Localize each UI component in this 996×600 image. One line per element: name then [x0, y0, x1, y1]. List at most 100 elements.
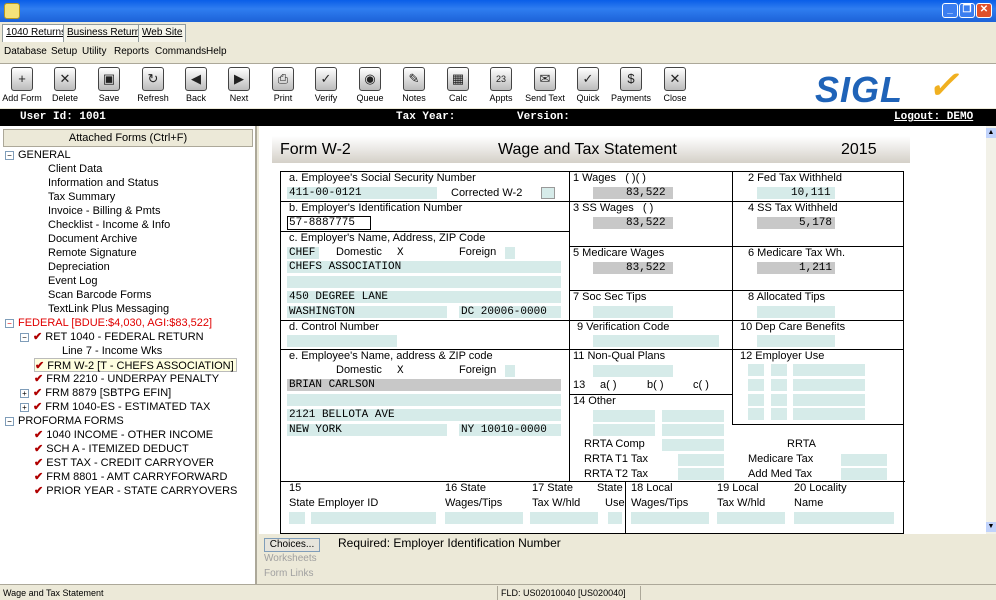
- rrta-medicare-field[interactable]: [841, 454, 887, 466]
- collapse-icon[interactable]: −: [20, 332, 29, 342]
- tree-item[interactable]: TextLink Plus Messaging: [48, 302, 169, 316]
- ss-tax-field[interactable]: 5,178: [799, 217, 832, 229]
- verify-button[interactable]: ✓ Verify: [304, 67, 348, 103]
- other-desc-field-1[interactable]: [593, 410, 655, 422]
- wages-field[interactable]: 83,522: [626, 187, 666, 199]
- tree-item[interactable]: Document Archive: [48, 232, 137, 246]
- state-code-field[interactable]: [289, 512, 305, 524]
- rrta-t2-field[interactable]: [678, 468, 724, 480]
- tree-item[interactable]: Event Log: [48, 274, 98, 288]
- minimize-button[interactable]: _: [942, 3, 958, 18]
- vertical-scrollbar[interactable]: ▲ ▼: [986, 126, 996, 534]
- tree-proforma[interactable]: − PROFORMA FORMS: [5, 414, 124, 428]
- add-form-button[interactable]: + Add Form: [0, 67, 44, 103]
- local-tax-field[interactable]: [717, 512, 785, 524]
- print-button[interactable]: ⎙ Print: [261, 67, 305, 103]
- menu-help[interactable]: Help: [206, 46, 227, 57]
- menu-utility[interactable]: Utility: [82, 46, 106, 57]
- box13-sick-pay[interactable]: c( ): [693, 379, 709, 391]
- employer-use-field-3[interactable]: [793, 394, 865, 406]
- tree-proforma-item[interactable]: ✔ SCH A - ITEMIZED DEDUCT: [34, 442, 189, 456]
- menu-commands[interactable]: Commands: [155, 46, 206, 57]
- ssn-field[interactable]: 411-00-0121: [289, 187, 362, 199]
- allocated-tips-field[interactable]: [757, 306, 835, 318]
- expand-icon[interactable]: +: [20, 402, 29, 412]
- tree-item[interactable]: Depreciation: [48, 260, 110, 274]
- rrta-comp-field[interactable]: [662, 439, 724, 451]
- other-desc-field-2[interactable]: [593, 424, 655, 436]
- employer-statezip-field[interactable]: DC 20006-0000: [461, 306, 547, 318]
- attached-forms-button[interactable]: Attached Forms (Ctrl+F): [3, 129, 253, 147]
- fed-tax-field[interactable]: 10,111: [791, 187, 831, 199]
- ein-field[interactable]: 57-8887775: [289, 217, 355, 229]
- box13-statutory[interactable]: a( ): [600, 379, 617, 391]
- close-form-button[interactable]: ✕ Close: [653, 67, 697, 103]
- tree-frm-1040es[interactable]: + ✔ FRM 1040-ES - ESTIMATED TAX: [20, 400, 210, 414]
- next-button[interactable]: ▶ Next: [217, 67, 261, 103]
- control-number-field[interactable]: [287, 335, 397, 347]
- tab-1040-returns[interactable]: 1040 Returns: [2, 24, 71, 42]
- back-button[interactable]: ◀ Back: [174, 67, 218, 103]
- queue-button[interactable]: ◉ Queue: [348, 67, 392, 103]
- tree-federal[interactable]: − FEDERAL [BDUE:$4,030, AGI:$83,522]: [5, 316, 212, 330]
- employee-address-field[interactable]: 2121 BELLOTA AVE: [289, 409, 395, 421]
- tree-item[interactable]: Client Data: [48, 162, 102, 176]
- appts-button[interactable]: 23 Appts: [479, 67, 523, 103]
- tree-proforma-item[interactable]: ✔ FRM 8801 - AMT CARRYFORWARD: [34, 470, 227, 484]
- employer-use-field-1[interactable]: [793, 364, 865, 376]
- payments-button[interactable]: $ Payments: [609, 67, 653, 103]
- verification-code-field[interactable]: [593, 335, 719, 347]
- box13-retirement[interactable]: b( ): [647, 379, 664, 391]
- employee-city-field[interactable]: NEW YORK: [289, 424, 342, 436]
- employee-foreign-check[interactable]: [505, 365, 515, 377]
- state-wages-field[interactable]: [445, 512, 523, 524]
- local-wages-field[interactable]: [631, 512, 709, 524]
- tree-proforma-item[interactable]: ✔ EST TAX - CREDIT CARRYOVER: [34, 456, 214, 470]
- menu-database[interactable]: Database: [4, 46, 47, 57]
- employer-code-field[interactable]: CHEF: [289, 247, 315, 259]
- calc-button[interactable]: ▦ Calc: [436, 67, 480, 103]
- employer-name-field[interactable]: CHEFS ASSOCIATION: [289, 261, 401, 273]
- refresh-button[interactable]: ↻ Refresh: [131, 67, 175, 103]
- tree-frm-2210[interactable]: ✔ FRM 2210 - UNDERPAY PENALTY: [34, 372, 219, 386]
- state-employer-id-field[interactable]: [311, 512, 436, 524]
- tree-item[interactable]: Invoice - Billing & Pmts: [48, 204, 160, 218]
- soc-sec-tips-field[interactable]: [593, 306, 673, 318]
- employee-statezip-field[interactable]: NY 10010-0000: [461, 424, 547, 436]
- tab-web-site[interactable]: Web Site: [138, 24, 187, 42]
- employer-use-field-2[interactable]: [793, 379, 865, 391]
- menu-reports[interactable]: Reports: [114, 46, 149, 57]
- tree-item[interactable]: Remote Signature: [48, 246, 137, 260]
- scroll-up-icon[interactable]: ▲: [986, 128, 996, 138]
- tree-general[interactable]: − GENERAL: [5, 148, 71, 162]
- notes-button[interactable]: ✎ Notes: [392, 67, 436, 103]
- tree-proforma-item[interactable]: ✔ PRIOR YEAR - STATE CARRYOVERS: [34, 484, 237, 498]
- employee-domestic-check[interactable]: X: [397, 365, 404, 377]
- medicare-tax-field[interactable]: 1,211: [799, 262, 832, 274]
- other-amt-field-1[interactable]: [662, 410, 724, 422]
- tree-frm-8879[interactable]: + ✔ FRM 8879 [SBTPG EFIN]: [20, 386, 171, 400]
- tree-item[interactable]: Tax Summary: [48, 190, 115, 204]
- save-button[interactable]: ▣ Save: [87, 67, 131, 103]
- employer-address-field[interactable]: 450 DEGREE LANE: [289, 291, 388, 303]
- delete-button[interactable]: ✕ Delete: [43, 67, 87, 103]
- rrta-t1-field[interactable]: [678, 454, 724, 466]
- collapse-icon[interactable]: −: [5, 150, 14, 160]
- employer-domestic-check[interactable]: X: [397, 247, 404, 259]
- employer-name2-field[interactable]: [287, 276, 561, 288]
- locality-name-field[interactable]: [794, 512, 894, 524]
- tab-business-returns[interactable]: Business Returns: [63, 24, 150, 42]
- employer-foreign-check[interactable]: [505, 247, 515, 259]
- collapse-icon[interactable]: −: [5, 318, 14, 328]
- employee-name2-field[interactable]: [287, 394, 561, 406]
- tree-item[interactable]: Information and Status: [48, 176, 159, 190]
- ss-wages-field[interactable]: 83,522: [626, 217, 666, 229]
- state-tax-field[interactable]: [530, 512, 598, 524]
- medicare-wages-field[interactable]: 83,522: [626, 262, 666, 274]
- menu-setup[interactable]: Setup: [51, 46, 77, 57]
- choices-button[interactable]: Choices...: [264, 538, 320, 552]
- add-med-tax-field[interactable]: [841, 468, 887, 480]
- employer-city-field[interactable]: WASHINGTON: [289, 306, 355, 318]
- other-amt-field-2[interactable]: [662, 424, 724, 436]
- logout-link[interactable]: Logout: DEMO: [894, 111, 973, 123]
